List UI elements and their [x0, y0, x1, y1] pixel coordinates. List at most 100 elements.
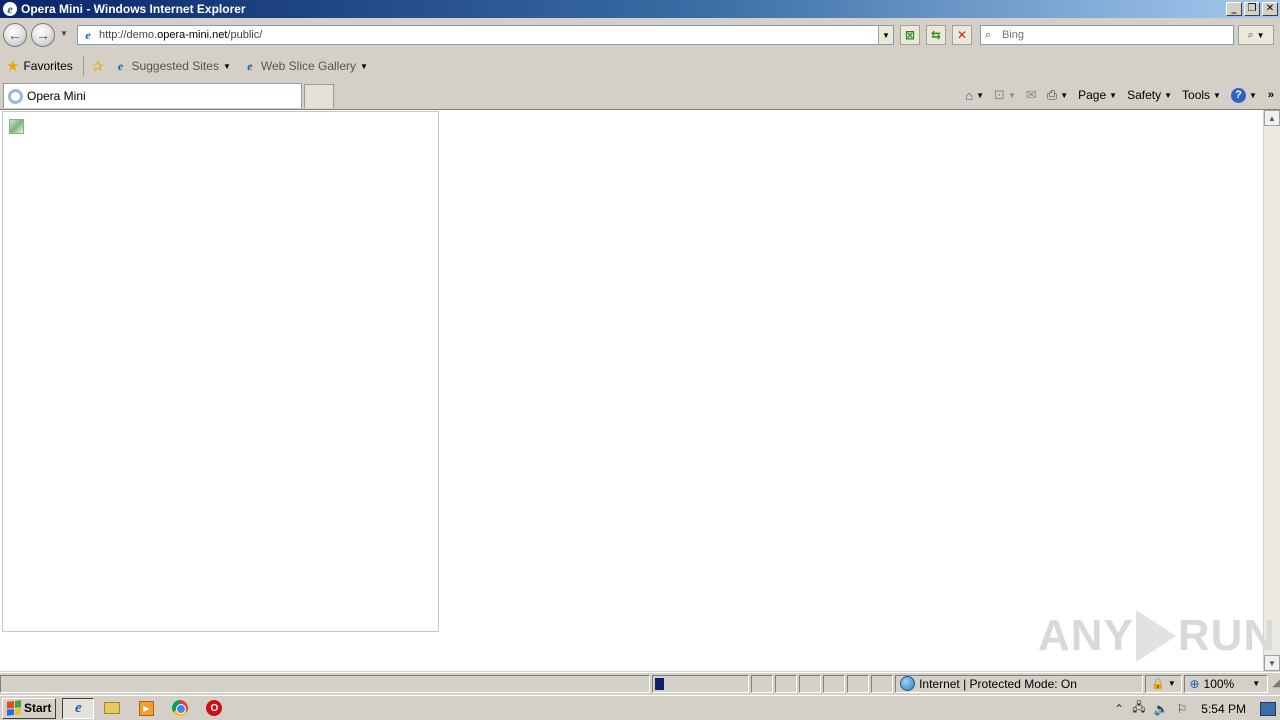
chevron-down-icon: ▼ [976, 90, 985, 100]
popup-blocker-button[interactable]: 🔒 ▼ [1144, 674, 1183, 693]
chevron-down-icon: ▼ [222, 61, 231, 71]
command-bar: ⌂ ▼ ⊡ ▼ ✉ ⎙ ▼ Page ▼ Safety ▼ Tools ▼ ? … [962, 85, 1274, 105]
taskbar: Start e ▶ O ⌃ 🖧 🔈 ⚐ 5:54 PM [0, 695, 1280, 720]
url-text[interactable]: http://demo.opera-mini.net/public/ [99, 29, 878, 41]
lock-icon: 🔒 [1151, 678, 1165, 690]
opera-mini-frame[interactable] [2, 111, 439, 632]
zoom-button[interactable]: ⊕ 100% ▼ [1184, 674, 1269, 693]
chevron-down-icon: ▼ [1248, 90, 1257, 100]
home-button[interactable]: ⌂ ▼ [962, 85, 987, 105]
page-icon: e [85, 27, 91, 42]
recent-pages-dropdown[interactable]: ▼ [60, 29, 68, 38]
show-hidden-icons-chevron-icon[interactable]: ⌃ [1114, 702, 1124, 716]
show-desktop-button[interactable] [1260, 701, 1276, 716]
page-content: ▲ ▼ ANY RUN [0, 109, 1280, 671]
stop-button[interactable]: ✕ [952, 25, 972, 45]
search-icon: ⌕ [1247, 28, 1254, 41]
resize-grip-icon[interactable]: ◢ [1272, 678, 1280, 689]
help-icon: ? [1230, 87, 1246, 103]
clock[interactable]: 5:54 PM [1201, 702, 1246, 716]
security-zone[interactable]: Internet | Protected Mode: On [895, 674, 1143, 693]
progress-bar-fill [654, 677, 664, 690]
network-icon[interactable]: 🖧 [1132, 698, 1145, 719]
compatibility-icon: ⊠ [904, 28, 916, 42]
refresh-button[interactable]: ⇆ [926, 25, 946, 45]
restore-button[interactable]: ❐ [1244, 2, 1260, 16]
add-to-favorites-bar-icon[interactable]: ✰ [92, 58, 104, 75]
favorites-link-web-slice-gallery[interactable]: e Web Slice Gallery ▼ [237, 59, 374, 74]
taskbar-chrome[interactable] [164, 698, 196, 719]
mail-icon: ✉ [1025, 87, 1037, 102]
help-button[interactable]: ? ▼ [1228, 85, 1260, 105]
favorites-separator [82, 56, 84, 76]
safety-menu-label: Safety [1127, 88, 1162, 102]
favorites-link-label: Suggested Sites [131, 59, 219, 73]
favorites-star-icon: ★ [6, 57, 20, 75]
chevron-down-icon: ▼ [1213, 90, 1221, 100]
forward-button[interactable]: → [31, 23, 55, 47]
status-text-area [0, 674, 650, 693]
taskbar-file-explorer[interactable] [96, 698, 128, 719]
play-triangle-icon [1135, 610, 1176, 662]
page-menu-button[interactable]: Page ▼ [1075, 85, 1120, 105]
address-dropdown-button[interactable]: ▼ [878, 26, 893, 44]
zoom-level: 100% [1203, 676, 1235, 691]
loading-icon [8, 88, 23, 104]
scroll-up-button[interactable]: ▲ [1264, 110, 1280, 126]
status-pane [751, 674, 774, 693]
chevron-down-icon: ▼ [1167, 679, 1176, 688]
url-domain: opera-mini.net [157, 29, 228, 41]
anyrun-watermark: ANY RUN [1038, 610, 1276, 662]
stop-icon: ✕ [956, 28, 968, 42]
compatibility-view-button[interactable]: ⊠ [900, 25, 920, 45]
back-button[interactable]: ← [3, 23, 27, 47]
search-provider-icon: ⌕ [985, 28, 992, 41]
tools-menu-label: Tools [1182, 88, 1211, 102]
read-mail-button[interactable]: ✉ [1023, 85, 1040, 105]
back-arrow-icon: ← [8, 27, 22, 43]
start-button[interactable]: Start [2, 697, 57, 719]
search-input[interactable] [1002, 29, 1233, 41]
search-box[interactable]: ⌕ [980, 25, 1234, 45]
new-tab-button[interactable] [304, 84, 334, 108]
volume-icon[interactable]: 🔈 [1154, 702, 1169, 716]
refresh-icon: ⇆ [930, 28, 942, 42]
toolbar-overflow-chevron-icon[interactable]: » [1268, 89, 1274, 101]
favorites-link-label: Web Slice Gallery [260, 59, 357, 73]
start-label: Start [24, 701, 52, 715]
navigation-bar: ← → ▼ e http://demo.opera-mini.net/publi… [0, 18, 1280, 52]
printer-icon: ⎙ [1046, 87, 1058, 102]
address-bar[interactable]: e http://demo.opera-mini.net/public/ ▼ [77, 25, 894, 45]
status-pane [823, 674, 846, 693]
action-center-flag-icon[interactable]: ⚐ [1177, 702, 1188, 716]
feeds-button[interactable]: ⊡ ▼ [991, 85, 1019, 105]
favorites-bar: ★ Favorites ✰ e Suggested Sites ▼ e Web … [0, 52, 1280, 80]
home-icon: ⌂ [965, 87, 974, 103]
minimize-button[interactable]: _ [1226, 2, 1242, 16]
watermark-right-text: RUN [1177, 611, 1277, 660]
safety-menu-button[interactable]: Safety ▼ [1124, 85, 1175, 105]
favorites-link-suggested-sites[interactable]: e Suggested Sites ▼ [108, 58, 237, 74]
tab-row: Opera Mini ⌂ ▼ ⊡ ▼ ✉ ⎙ ▼ Page ▼ Safety ▼… [0, 80, 1280, 109]
chrome-icon [172, 700, 189, 716]
favorites-button[interactable]: ★ Favorites [0, 55, 79, 77]
zoom-magnifier-icon: ⊕ [1189, 676, 1200, 691]
ie-page-icon: e [117, 58, 124, 73]
page-menu-label: Page [1078, 88, 1107, 102]
taskbar-media-player[interactable]: ▶ [130, 698, 162, 719]
media-player-icon: ▶ [138, 700, 154, 716]
taskbar-opera[interactable]: O [198, 698, 230, 719]
tools-menu-button[interactable]: Tools ▼ [1179, 85, 1224, 105]
search-button[interactable]: ⌕ ▼ [1238, 25, 1274, 45]
system-tray: ⌃ 🖧 🔈 ⚐ 5:54 PM [1114, 696, 1280, 720]
taskbar-internet-explorer[interactable]: e [62, 697, 95, 719]
search-options-dropdown[interactable]: ▼ [1257, 31, 1265, 40]
url-suffix: /public/ [227, 29, 263, 41]
folder-icon [104, 702, 121, 714]
print-button[interactable]: ⎙ ▼ [1044, 85, 1071, 105]
status-pane [871, 674, 894, 693]
close-button[interactable]: ✕ [1262, 2, 1278, 16]
url-prefix: http://demo. [99, 29, 158, 41]
tab-opera-mini[interactable]: Opera Mini [3, 83, 302, 108]
vertical-scrollbar[interactable]: ▲ ▼ [1263, 110, 1280, 671]
